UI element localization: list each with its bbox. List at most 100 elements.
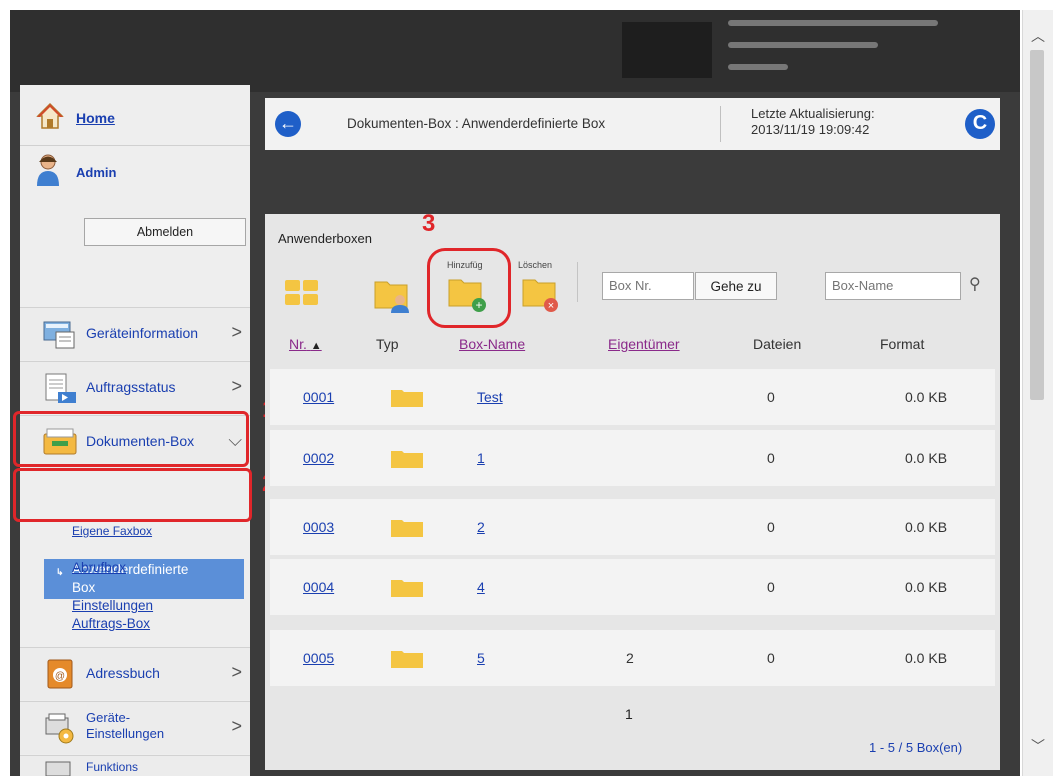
box-files: 0 <box>767 450 775 466</box>
box-number-link[interactable]: 0002 <box>303 450 334 466</box>
chevron-right-icon: > <box>231 716 242 736</box>
nav-label: Geräteinformation <box>86 325 199 341</box>
column-header-eigentuemer[interactable]: Eigentümer <box>608 336 680 352</box>
back-arrow-icon[interactable]: ← <box>275 111 301 137</box>
table-row[interactable]: 0003 2 0 0.0 KB <box>270 499 995 555</box>
admin-row: Admin <box>20 147 250 197</box>
nav-label: Adressbuch <box>86 665 160 681</box>
table-row[interactable]: 0004 4 0 0.0 KB <box>270 559 995 615</box>
device-info-icon <box>43 321 75 349</box>
nav-label: Geräte- Einstellungen <box>86 710 164 742</box>
box-size: 0.0 KB <box>905 389 948 405</box>
nav-label-line2: Einstellungen <box>86 726 165 741</box>
top-banner <box>10 10 1020 92</box>
annotation-highlight-1 <box>13 411 249 467</box>
table-row[interactable]: 0005 5 2 0 0.0 KB <box>270 630 995 686</box>
sub-item-eigene-faxbox[interactable]: Eigene Faxbox <box>72 522 152 540</box>
box-size: 0.0 KB <box>905 519 948 535</box>
nav-auftragsstatus[interactable]: Auftragsstatus > <box>20 361 250 414</box>
delete-label: Löschen <box>518 260 553 270</box>
folder-icon <box>391 390 423 407</box>
home-link[interactable]: Home <box>76 110 115 126</box>
chevron-right-icon: > <box>231 662 242 682</box>
annotation-highlight-3 <box>427 248 511 328</box>
delete-box-icon[interactable]: × <box>521 274 563 314</box>
vertical-scrollbar[interactable]: ︿ ﹀ <box>1022 10 1053 776</box>
column-header-nr[interactable]: Nr. ▲ <box>289 336 322 352</box>
svg-text:@: @ <box>55 671 65 682</box>
user-icon <box>37 154 59 186</box>
goto-button[interactable]: Gehe zu <box>695 272 777 300</box>
box-files: 0 <box>767 519 775 535</box>
home-icon[interactable] <box>36 102 64 130</box>
folder-icon <box>391 651 423 668</box>
box-files: 0 <box>767 579 775 595</box>
nav-funktions[interactable]: Funktions <box>20 755 250 776</box>
nav-adressbuch[interactable]: @ Adressbuch > <box>20 647 250 700</box>
function-settings-icon <box>45 761 71 776</box>
header-bar: ← Dokumenten-Box : Anwenderdefinierte Bo… <box>265 98 1000 150</box>
box-count: 1 - 5 / 5 Box(en) <box>869 740 963 755</box>
table-row[interactable]: 0002 1 0 0.0 KB <box>270 430 995 486</box>
sort-ascending-icon: ▲ <box>310 340 322 352</box>
box-name-link[interactable]: 4 <box>477 579 485 595</box>
last-update-value: 2013/11/19 19:09:42 <box>751 122 870 137</box>
box-name-link[interactable]: Test <box>477 389 503 405</box>
nav-label: Auftragsstatus <box>86 379 176 395</box>
sub-item-einstellungen-auftrags-box[interactable]: Einstellungen Auftrags-Box <box>72 597 153 633</box>
table-row[interactable]: 0001 Test 0 0.0 KB <box>270 369 995 425</box>
banner-logo-area <box>622 22 712 78</box>
column-header-dateien: Dateien <box>753 336 802 352</box>
scroll-down-icon[interactable]: ﹀ <box>1023 736 1053 756</box>
device-settings-icon <box>45 713 74 744</box>
box-number-link[interactable]: 0003 <box>303 519 334 535</box>
chevron-right-icon: > <box>231 322 242 342</box>
scroll-thumb[interactable] <box>1030 50 1044 400</box>
annotation-highlight-2 <box>13 468 252 522</box>
home-row: Home <box>20 90 250 146</box>
folder-icon <box>391 580 423 597</box>
chevron-right-icon: > <box>231 376 242 396</box>
grid-view-icon[interactable] <box>283 276 321 308</box>
box-name-input[interactable] <box>825 272 961 300</box>
header-divider <box>720 106 721 142</box>
annotation-number-3: 3 <box>422 210 436 237</box>
logout-button[interactable]: Abmelden <box>84 218 246 246</box>
box-number-link[interactable]: 0001 <box>303 389 334 405</box>
box-number-link[interactable]: 0005 <box>303 650 334 666</box>
box-number-input[interactable] <box>602 272 694 300</box>
scroll-up-icon[interactable]: ︿ <box>1023 26 1053 46</box>
nav-geraeteinformation[interactable]: Geräteinformation > <box>20 307 250 360</box>
job-status-icon <box>45 373 76 403</box>
box-files: 0 <box>767 389 775 405</box>
box-size: 0.0 KB <box>905 450 948 466</box>
box-size: 0.0 KB <box>905 579 948 595</box>
nav-label: Funktions <box>86 760 139 774</box>
box-size: 0.0 KB <box>905 650 948 666</box>
box-name-link[interactable]: 1 <box>477 450 485 466</box>
toolbar-divider <box>577 262 578 302</box>
box-name-link[interactable]: 2 <box>477 519 485 535</box>
owner-folder-icon[interactable] <box>373 276 415 314</box>
folder-icon <box>391 451 423 468</box>
box-list-panel: Anwenderboxen Hinzufüg + Löschen × Gehe … <box>265 214 1000 770</box>
folder-icon <box>391 520 423 537</box>
breadcrumb: Dokumenten-Box : Anwenderdefinierte Box <box>347 116 606 131</box>
column-header-box-name[interactable]: Box-Name <box>459 336 525 352</box>
page-number[interactable]: 1 <box>625 706 633 722</box>
column-header-typ: Typ <box>376 336 399 352</box>
sub-item-abrufbox[interactable]: Abrufbox <box>72 559 126 577</box>
sub-item-label-line1: Einstellungen <box>72 598 154 613</box>
banner-info-line <box>728 64 788 70</box>
sub-item-label-line2: Auftrags-Box <box>72 616 151 631</box>
box-number-link[interactable]: 0004 <box>303 579 334 595</box>
box-name-link[interactable]: 5 <box>477 650 485 666</box>
refresh-icon[interactable]: C <box>965 109 995 139</box>
search-icon[interactable]: ⚲ <box>969 274 981 294</box>
last-update-label: Letzte Aktualisierung: <box>751 106 875 121</box>
box-owner: 2 <box>626 650 634 666</box>
box-files: 0 <box>767 650 775 666</box>
nav-geraete-einstellungen[interactable]: Geräte- Einstellungen > <box>20 701 250 754</box>
banner-info-line <box>728 20 938 26</box>
panel-title: Anwenderboxen <box>278 231 372 246</box>
